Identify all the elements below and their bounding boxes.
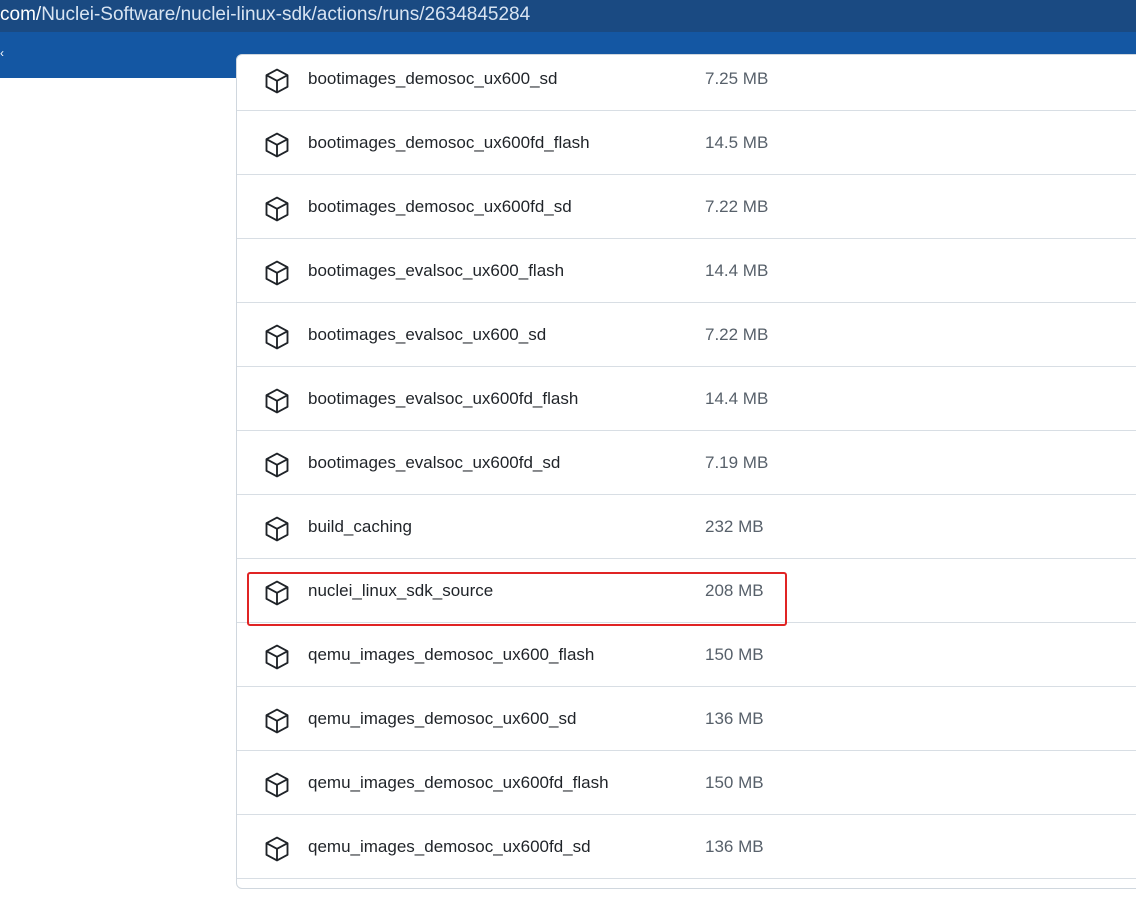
- artifact-name-link[interactable]: bootimages_demosoc_ux600fd_flash: [308, 133, 590, 153]
- artifact-name-link[interactable]: bootimages_evalsoc_ux600fd_flash: [308, 389, 578, 409]
- artifact-name-link[interactable]: build_caching: [308, 517, 412, 537]
- package-icon: [263, 195, 291, 223]
- artifact-name-link[interactable]: nuclei_linux_sdk_source: [308, 581, 493, 601]
- artifact-row[interactable]: bootimages_demosoc_ux600fd_sd 7.22 MB: [237, 175, 1136, 239]
- artifact-name-link[interactable]: bootimages_evalsoc_ux600fd_sd: [308, 453, 560, 473]
- toolbar-edge-icon[interactable]: ‹: [0, 46, 4, 60]
- artifact-row[interactable]: build_caching 232 MB: [237, 495, 1136, 559]
- artifact-name-link[interactable]: bootimages_demosoc_ux600fd_sd: [308, 197, 572, 217]
- artifact-size: 7.22 MB: [705, 325, 769, 344]
- package-icon: [263, 579, 291, 607]
- artifact-row[interactable]: bootimages_evalsoc_ux600fd_sd 7.19 MB: [237, 431, 1136, 495]
- artifact-name-link[interactable]: qemu_images_demosoc_ux600fd_sd: [308, 837, 591, 857]
- package-icon: [263, 643, 291, 671]
- artifact-row[interactable]: bootimages_evalsoc_ux600_sd 7.22 MB: [237, 303, 1136, 367]
- artifact-name-link[interactable]: bootimages_evalsoc_ux600_flash: [308, 261, 564, 281]
- address-path: Nuclei-Software/nuclei-linux-sdk/actions…: [41, 4, 531, 25]
- package-icon: [263, 451, 291, 479]
- artifact-size: 14.5 MB: [705, 133, 769, 152]
- artifact-row[interactable]: qemu_images_demosoc_ux600fd_flash 150 MB: [237, 751, 1136, 815]
- address-host: com/: [0, 4, 42, 25]
- artifact-size: 7.25 MB: [705, 69, 769, 88]
- artifacts-panel: bootimages_demosoc_ux600_sd 7.25 MB boot…: [236, 54, 1136, 889]
- artifact-size: 7.19 MB: [705, 453, 769, 472]
- artifact-row[interactable]: bootimages_evalsoc_ux600fd_flash 14.4 MB: [237, 367, 1136, 431]
- artifact-size: 7.22 MB: [705, 197, 769, 216]
- artifact-size: 136 MB: [705, 709, 764, 728]
- package-icon: [263, 771, 291, 799]
- artifact-name-link[interactable]: qemu_images_demosoc_ux600_flash: [308, 645, 594, 665]
- artifact-name-link[interactable]: qemu_images_demosoc_ux600_sd: [308, 709, 576, 729]
- package-icon: [263, 515, 291, 543]
- package-icon: [263, 67, 291, 95]
- artifact-row-highlighted[interactable]: nuclei_linux_sdk_source 208 MB: [237, 559, 1136, 623]
- address-bar[interactable]: com/Nuclei-Software/nuclei-linux-sdk/act…: [0, 0, 1136, 32]
- package-icon: [263, 835, 291, 863]
- artifact-name-link[interactable]: bootimages_evalsoc_ux600_sd: [308, 325, 546, 345]
- artifact-row[interactable]: bootimages_evalsoc_ux600_flash 14.4 MB: [237, 239, 1136, 303]
- artifact-size: 150 MB: [705, 645, 764, 664]
- package-icon: [263, 707, 291, 735]
- artifact-row[interactable]: qemu_images_demosoc_ux600_flash 150 MB: [237, 623, 1136, 687]
- artifact-size: 136 MB: [705, 837, 764, 856]
- artifact-size: 232 MB: [705, 517, 764, 536]
- artifact-size: 14.4 MB: [705, 261, 769, 280]
- package-icon: [263, 323, 291, 351]
- artifact-row[interactable]: qemu_images_demosoc_ux600_sd 136 MB: [237, 687, 1136, 751]
- package-icon: [263, 131, 291, 159]
- package-icon: [263, 387, 291, 415]
- artifact-name-link[interactable]: qemu_images_demosoc_ux600fd_flash: [308, 773, 609, 793]
- artifact-size: 150 MB: [705, 773, 764, 792]
- artifact-name-link[interactable]: bootimages_demosoc_ux600_sd: [308, 69, 558, 89]
- artifact-size: 208 MB: [705, 581, 764, 600]
- artifact-size: 14.4 MB: [705, 389, 769, 408]
- package-icon: [263, 259, 291, 287]
- artifact-row[interactable]: bootimages_demosoc_ux600_sd 7.25 MB: [237, 55, 1136, 111]
- artifact-row[interactable]: bootimages_demosoc_ux600fd_flash 14.5 MB: [237, 111, 1136, 175]
- artifact-row[interactable]: qemu_images_demosoc_ux600fd_sd 136 MB: [237, 815, 1136, 879]
